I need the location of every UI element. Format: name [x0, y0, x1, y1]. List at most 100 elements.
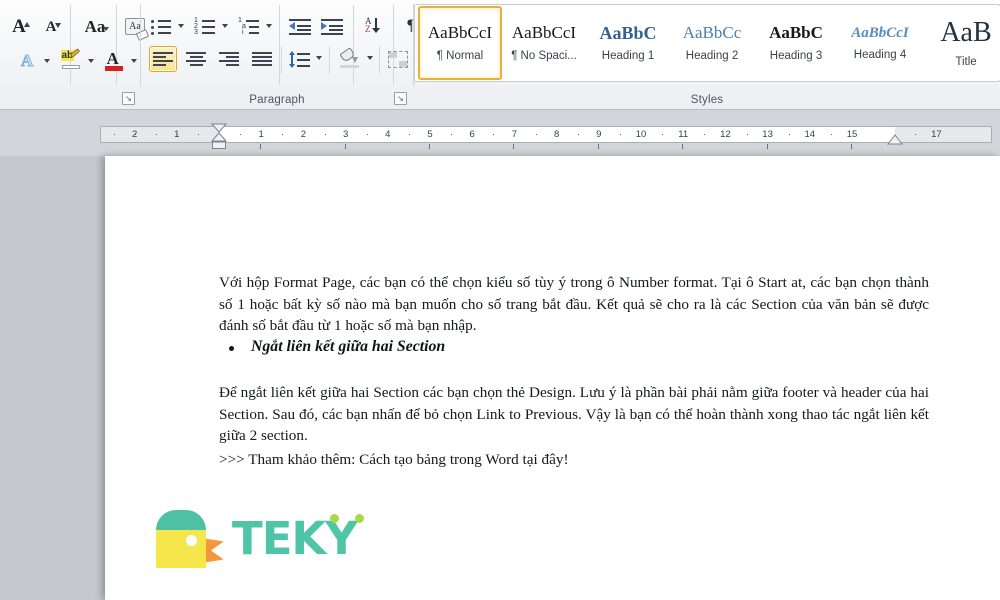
left-indent-marker[interactable] — [210, 123, 228, 149]
ruler-minor-tick — [535, 134, 537, 135]
ruler-area: 2112345678910111213141517 — [0, 110, 1000, 156]
ruler-label-6: 6 — [469, 129, 475, 140]
align-left-icon — [153, 51, 173, 67]
styles-group-label: Styles — [690, 94, 724, 106]
ruler-label-2: 2 — [300, 129, 307, 140]
style-name: ¶ Normal — [436, 49, 484, 62]
style-item-title[interactable]: AaB Title — [922, 6, 1000, 80]
chevron-down-icon — [178, 24, 184, 28]
ruler-tab-stop — [766, 144, 768, 149]
indent-marker-icon — [210, 123, 228, 149]
ruler-tab-stop — [597, 144, 599, 149]
text-highlight-color-button[interactable]: ab — [58, 47, 84, 73]
ruler-minor-tick — [662, 134, 664, 135]
align-right-button[interactable] — [215, 46, 243, 72]
ruler-minor-tick — [240, 134, 242, 135]
style-item-normal[interactable]: AaBbCcI ¶ Normal — [418, 6, 502, 80]
ruler-minor-tick — [619, 134, 621, 135]
ruler-label-9: 9 — [596, 129, 602, 140]
bulleted-list-icon — [150, 18, 172, 35]
sort-az-icon: A Z — [364, 16, 384, 35]
shading-button[interactable] — [337, 46, 363, 72]
ruler-label-1: 1 — [258, 129, 264, 140]
chevron-down-icon — [316, 56, 322, 60]
ruler-tab-stop — [260, 144, 262, 149]
style-sample: AaBbCcI — [511, 24, 577, 43]
chevron-down-icon — [131, 59, 137, 63]
ruler-minor-tick — [830, 134, 832, 135]
ruler-minor-tick — [176, 134, 178, 135]
bullet-item-1: Ngắt liên kết giữa hai Section — [229, 338, 931, 356]
change-case-button[interactable]: Aa — [78, 14, 112, 40]
font-dialog-launcher[interactable] — [122, 92, 135, 105]
numbered-list-icon: 1 2 3 — [194, 17, 216, 36]
paragraph-3: >>> Tham khảo thêm: Cách tạo bảng trong … — [219, 451, 569, 468]
shading-bucket-icon — [339, 47, 361, 68]
decrease-indent-button[interactable] — [287, 14, 313, 38]
teky-logo: TEKY — [150, 502, 370, 572]
style-name: Heading 4 — [853, 48, 907, 61]
ruler-minor-tick — [746, 134, 748, 135]
ruler-minor-tick — [282, 134, 284, 135]
sort-button[interactable]: A Z — [361, 13, 387, 39]
borders-icon — [388, 50, 408, 68]
multilevel-list-icon: 1 a i — [238, 17, 260, 36]
line-spacing-button[interactable] — [287, 46, 313, 72]
ruler-minor-tick — [197, 134, 199, 135]
numbering-button[interactable]: 1 2 3 — [192, 14, 218, 38]
increase-indent-button[interactable] — [319, 14, 345, 38]
bullet-item-1-text: Ngắt liên kết giữa hai Section — [251, 338, 446, 355]
text-effects-button[interactable]: A — [14, 48, 40, 74]
bullets-button[interactable] — [148, 14, 174, 38]
chevron-down-icon — [222, 24, 228, 28]
style-sample: AaB — [940, 18, 992, 49]
document-page[interactable]: Với hộp Format Page, các bạn có thể chọn… — [105, 156, 1000, 600]
ribbon-group-font: A A Aa Aa A ab A ↘ — [0, 0, 150, 108]
ruler-minor-tick — [915, 134, 917, 135]
ruler-label-10: 10 — [635, 129, 647, 140]
style-sample: AaBbC — [769, 24, 823, 43]
ruler-minor-tick — [155, 134, 157, 135]
justify-icon — [252, 51, 272, 67]
logo-cap-shape — [156, 510, 206, 530]
borders-button[interactable] — [386, 47, 410, 71]
horizontal-ruler[interactable]: 2112345678910111213141517 — [100, 123, 992, 149]
teky-logo-text: TEKY — [232, 512, 358, 565]
font-color-button[interactable]: A — [101, 47, 127, 73]
style-item-h3[interactable]: AaBbC Heading 3 — [754, 6, 838, 80]
sort-letter-bottom: Z — [365, 24, 371, 34]
style-item-h4[interactable]: AaBbCcI Heading 4 — [838, 6, 922, 80]
ruler-minor-tick — [788, 134, 790, 135]
style-name: Title — [955, 55, 977, 68]
style-sample: AaBbCcI — [851, 25, 909, 42]
ruler-minor-tick — [324, 134, 326, 135]
style-item-h1[interactable]: AaBbC Heading 1 — [586, 6, 670, 80]
ruler-label-7: 7 — [511, 129, 518, 140]
ruler-minor-tick — [451, 134, 453, 135]
paragraph-2: Để ngắt liên kết giữa hai Section các bạ… — [219, 384, 929, 445]
style-item-h2[interactable]: AaBbCc Heading 2 — [670, 6, 754, 80]
grow-font-button[interactable]: A — [6, 14, 32, 40]
ribbon-group-paragraph: 1 2 3 1 a i A Z ¶ Paragraph ↘ — [141, 0, 419, 108]
right-indent-marker[interactable] — [886, 133, 904, 147]
ruler-minor-tick — [577, 134, 579, 135]
align-left-button[interactable] — [149, 46, 177, 72]
logo-dot-right-icon — [355, 514, 364, 523]
shrink-font-button[interactable]: A — [38, 14, 64, 40]
justify-button[interactable] — [248, 46, 276, 72]
style-item-nospacing[interactable]: AaBbCcI ¶ No Spaci... — [502, 6, 586, 80]
chevron-down-icon — [367, 56, 373, 60]
chevron-down-icon — [88, 59, 94, 63]
paragraph-dialog-launcher[interactable] — [394, 92, 407, 105]
style-sample: AaBbCc — [682, 24, 742, 43]
chevron-down-icon — [103, 27, 109, 31]
logo-dot-left-icon — [330, 514, 339, 523]
center-button[interactable] — [182, 46, 210, 72]
style-sample: AaBbCcI — [427, 24, 493, 43]
ruler-label-13: 13 — [762, 129, 773, 140]
increase-indent-icon — [321, 18, 343, 35]
paragraph-group-label: Paragraph — [249, 94, 305, 106]
multilevel-list-button[interactable]: 1 a i — [236, 14, 262, 38]
grow-font-icon: A — [12, 16, 26, 37]
ruler-label-8: 8 — [553, 129, 560, 140]
